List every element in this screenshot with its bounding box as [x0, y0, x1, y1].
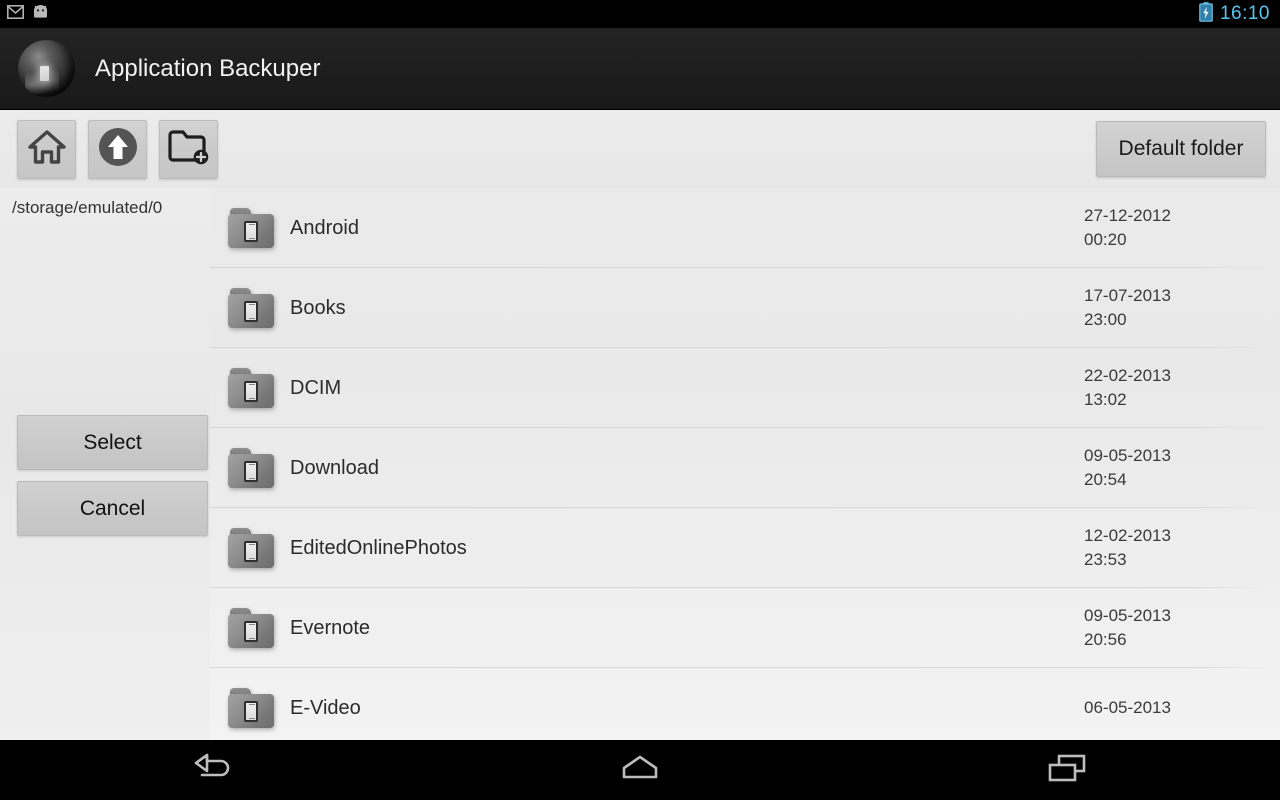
- cancel-button[interactable]: Cancel: [17, 481, 208, 536]
- recents-icon: [1045, 753, 1089, 788]
- file-name: EditedOnlinePhotos: [290, 536, 467, 559]
- up-button[interactable]: [88, 119, 147, 179]
- back-arrow-icon: [191, 753, 235, 788]
- file-date: 09-05-2013 20:56: [1084, 604, 1264, 652]
- file-date-time: 13:02: [1084, 390, 1127, 409]
- android-head-icon: [31, 4, 50, 24]
- battery-charging-icon: [1199, 1, 1213, 27]
- select-button[interactable]: Select: [17, 415, 208, 470]
- file-date-time: 23:53: [1084, 550, 1127, 569]
- table-row[interactable]: Download 09-05-2013 20:54: [210, 428, 1280, 508]
- file-date-time: 23:00: [1084, 310, 1127, 329]
- status-bar: 16:10: [0, 0, 1280, 28]
- nav-home-button[interactable]: [580, 740, 700, 800]
- arrow-up-circle-icon: [97, 126, 139, 173]
- folder-add-icon: [167, 129, 210, 170]
- table-row[interactable]: Books 17-07-2013 23:00: [210, 268, 1280, 348]
- action-button-group: Select Cancel: [17, 415, 208, 536]
- current-path-label: /storage/emulated/0: [12, 198, 163, 217]
- file-date: 22-02-2013 13:02: [1084, 364, 1264, 412]
- folder-device-icon: [228, 448, 274, 488]
- nav-back-button[interactable]: [153, 740, 273, 800]
- file-date-day: 09-05-2013: [1084, 606, 1171, 625]
- table-row[interactable]: E-Video 06-05-2013: [210, 668, 1280, 740]
- file-date: 12-02-2013 23:53: [1084, 524, 1264, 572]
- toolbar-button-group: [0, 119, 218, 179]
- file-date-day: 06-05-2013: [1084, 698, 1171, 717]
- default-folder-button[interactable]: Default folder: [1096, 121, 1266, 177]
- file-date-day: 17-07-2013: [1084, 286, 1171, 305]
- home-icon: [27, 129, 66, 169]
- file-picker-content: /storage/emulated/0 Select Cancel Androi…: [0, 188, 1280, 740]
- status-bar-clock: 16:10: [1219, 3, 1270, 24]
- nav-recents-button[interactable]: [1007, 740, 1127, 800]
- file-browser-toolbar: Default folder: [0, 110, 1280, 188]
- file-date-day: 09-05-2013: [1084, 446, 1171, 465]
- gmail-icon: [7, 4, 24, 24]
- table-row[interactable]: Android 27-12-2012 00:20: [210, 188, 1280, 268]
- file-date: 27-12-2012 00:20: [1084, 204, 1264, 252]
- app-title-bar: Application Backuper: [0, 28, 1280, 110]
- file-date-day: 27-12-2012: [1084, 206, 1171, 225]
- file-name: Books: [290, 296, 346, 319]
- page-title: Application Backuper: [95, 54, 321, 82]
- folder-device-icon: [228, 288, 274, 328]
- home-outline-icon: [616, 753, 664, 788]
- file-name: Android: [290, 216, 359, 239]
- file-name: E-Video: [290, 696, 361, 719]
- status-bar-notifications: [0, 4, 50, 24]
- file-date-time: 00:20: [1084, 230, 1127, 249]
- file-date-day: 12-02-2013: [1084, 526, 1171, 545]
- folder-device-icon: [228, 688, 274, 728]
- file-name: Download: [290, 456, 379, 479]
- system-navigation-bar: [0, 740, 1280, 800]
- folder-device-icon: [228, 368, 274, 408]
- file-date: 17-07-2013 23:00: [1084, 284, 1264, 332]
- status-bar-system: 16:10: [1199, 1, 1280, 27]
- file-date: 06-05-2013: [1084, 696, 1264, 720]
- folder-device-icon: [228, 208, 274, 248]
- folder-device-icon: [228, 528, 274, 568]
- android-screen: 16:10 Application Backuper Default folde…: [0, 0, 1280, 800]
- folder-device-icon: [228, 608, 274, 648]
- home-button[interactable]: [17, 119, 76, 179]
- file-name: DCIM: [290, 376, 342, 399]
- file-name: Evernote: [290, 616, 371, 639]
- file-list[interactable]: Android 27-12-2012 00:20 Books 17-07-2013 23:…: [210, 188, 1280, 740]
- file-date: 09-05-2013 20:54: [1084, 444, 1264, 492]
- new-folder-button[interactable]: [159, 119, 218, 179]
- file-date-day: 22-02-2013: [1084, 366, 1171, 385]
- file-date-time: 20:56: [1084, 630, 1127, 649]
- left-panel: /storage/emulated/0 Select Cancel: [0, 188, 210, 740]
- app-globe-icon: [18, 40, 75, 97]
- table-row[interactable]: EditedOnlinePhotos 12-02-2013 23:53: [210, 508, 1280, 588]
- table-row[interactable]: Evernote 09-05-2013 20:56: [210, 588, 1280, 668]
- file-date-time: 20:54: [1084, 470, 1127, 489]
- table-row[interactable]: DCIM 22-02-2013 13:02: [210, 348, 1280, 428]
